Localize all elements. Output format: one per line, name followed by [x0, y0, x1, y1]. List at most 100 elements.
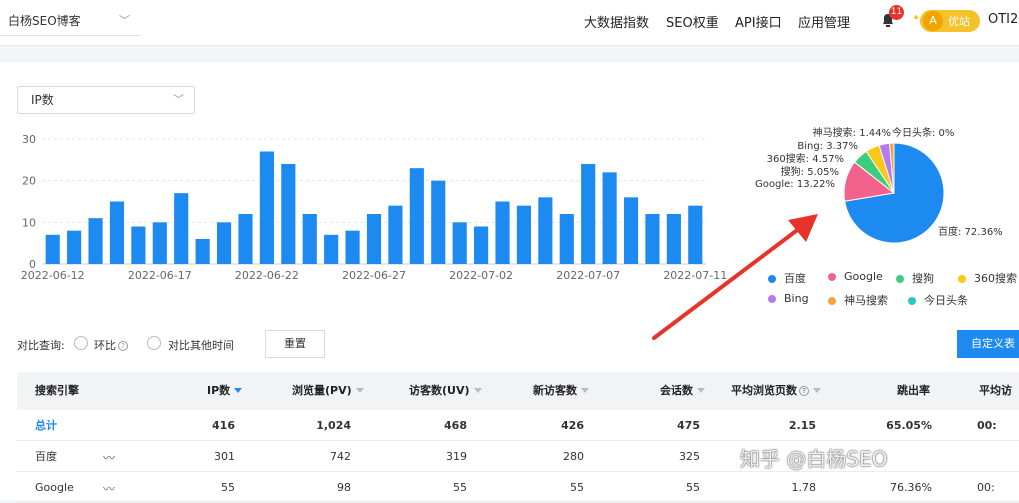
bar[interactable]: [452, 222, 467, 264]
bar[interactable]: [131, 226, 146, 265]
col-ip-label: IP数: [207, 384, 231, 397]
col-pv[interactable]: 浏览量(PV): [292, 372, 364, 410]
legend-item[interactable]: 搜狗: [896, 270, 934, 286]
radio-period-compare-label: 环比?: [94, 337, 128, 353]
metric-select[interactable]: IP数 ﹀: [17, 86, 195, 114]
legend-label: 今日头条: [924, 294, 968, 307]
cell-pv: 1,024: [316, 419, 351, 432]
vip-crown-icon: A: [923, 11, 943, 31]
col-avg-time: 平均访: [979, 384, 1012, 397]
cell-sessions: 325: [679, 450, 700, 463]
bar[interactable]: [602, 172, 617, 264]
bar[interactable]: [281, 164, 296, 264]
nav-app-management[interactable]: 应用管理: [798, 12, 850, 31]
cell-sessions: 55: [686, 481, 700, 494]
bar[interactable]: [45, 234, 60, 264]
bar[interactable]: [88, 218, 103, 264]
nav-api[interactable]: API接口: [735, 12, 782, 31]
bar[interactable]: [559, 214, 574, 264]
col-pv-label: 浏览量(PV): [292, 384, 352, 397]
nav-big-data-index[interactable]: 大数据指数: [584, 12, 649, 31]
metric-select-value: IP数: [31, 93, 54, 107]
cell-bounce: 65.05%: [886, 419, 932, 432]
sort-icon[interactable]: [813, 388, 821, 393]
cell-uv: 55: [453, 481, 467, 494]
y-tick-label: 30: [22, 133, 36, 146]
bar[interactable]: [474, 226, 489, 265]
period-compare-text: 环比: [94, 339, 116, 352]
radio-other-time[interactable]: [147, 336, 161, 350]
bar[interactable]: [324, 234, 339, 264]
bar[interactable]: [216, 222, 232, 264]
annotation-arrow: [652, 214, 818, 340]
cell-new: 426: [561, 419, 584, 432]
y-tick-label: 10: [22, 216, 36, 229]
bar[interactable]: [109, 201, 125, 265]
sort-icon[interactable]: [697, 388, 705, 393]
cell-avg-time: 00:: [977, 419, 997, 432]
nav-seo-weight[interactable]: SEO权重: [666, 12, 719, 31]
trend-icon[interactable]: 〰: [103, 480, 115, 497]
chevron-down-icon: ﹀: [119, 14, 130, 27]
user-name[interactable]: OTI2M: [988, 12, 1019, 27]
cell-avg-pages: 2.15: [788, 419, 816, 432]
bar[interactable]: [67, 230, 82, 264]
legend-item[interactable]: 神马搜索: [828, 292, 888, 308]
help-icon[interactable]: ?: [799, 386, 809, 396]
sort-icon[interactable]: [355, 388, 364, 393]
cell-new: 55: [570, 481, 584, 494]
legend-item[interactable]: 360搜索: [958, 270, 1017, 286]
col-uv[interactable]: 访客数(UV): [409, 372, 482, 410]
col-new-visitors[interactable]: 新访客数: [533, 372, 589, 410]
custom-table-button[interactable]: 自定义表: [957, 330, 1019, 358]
legend-dot: [958, 275, 966, 283]
pie-data-label: 今日头条: 0%: [892, 126, 954, 139]
col-uv-label: 访客数(UV): [409, 384, 470, 397]
bar[interactable]: [302, 214, 317, 264]
pie-data-label: 百度: 72.36%: [938, 225, 1003, 238]
bar[interactable]: [366, 214, 382, 264]
reset-button[interactable]: 重置: [265, 330, 325, 358]
cell-ip: 301: [214, 450, 235, 463]
bar[interactable]: [152, 222, 167, 264]
col-avg-pages[interactable]: 平均浏览页数?: [731, 372, 821, 410]
bar[interactable]: [388, 205, 403, 264]
bar[interactable]: [581, 164, 596, 264]
bar[interactable]: [238, 214, 253, 264]
trend-icon[interactable]: 〰: [103, 449, 115, 466]
sort-desc-icon[interactable]: [234, 388, 243, 393]
bar[interactable]: [495, 201, 510, 265]
legend-item[interactable]: 今日头条: [908, 292, 968, 308]
cell-pv: 98: [337, 481, 351, 494]
legend-item[interactable]: Google: [828, 270, 883, 283]
cell-pv: 742: [330, 450, 351, 463]
bar[interactable]: [431, 180, 446, 264]
bar[interactable]: [259, 151, 274, 265]
cell-uv: 319: [446, 450, 467, 463]
notification-badge: 11: [889, 5, 904, 20]
help-icon[interactable]: ?: [118, 341, 128, 351]
cell-sessions: 475: [677, 419, 700, 432]
col-search-engine: 搜索引擎: [35, 384, 79, 397]
row-name[interactable]: 总计: [35, 410, 57, 441]
bar[interactable]: [409, 168, 424, 264]
y-tick-label: 20: [22, 175, 36, 188]
col-new-label: 新访客数: [533, 384, 577, 397]
bar[interactable]: [345, 230, 360, 264]
cell-avg-time: 00:: [977, 481, 995, 494]
pie-data-label: Google: 13.22%: [755, 179, 835, 190]
bar[interactable]: [538, 197, 553, 264]
sort-icon[interactable]: [473, 388, 482, 393]
radio-period-compare[interactable]: [74, 336, 88, 350]
bar[interactable]: [623, 197, 639, 264]
legend-label: 搜狗: [912, 272, 934, 285]
bar[interactable]: [195, 239, 210, 264]
col-ip[interactable]: IP数: [207, 372, 243, 410]
col-sessions[interactable]: 会话数: [660, 372, 705, 410]
bar[interactable]: [174, 193, 189, 264]
vip-badge[interactable]: A 优站: [920, 10, 980, 32]
sort-icon[interactable]: [581, 388, 589, 393]
cell-new: 280: [563, 450, 584, 463]
site-select[interactable]: 白杨SEO博客 ﹀: [0, 8, 140, 36]
bar[interactable]: [516, 205, 532, 264]
